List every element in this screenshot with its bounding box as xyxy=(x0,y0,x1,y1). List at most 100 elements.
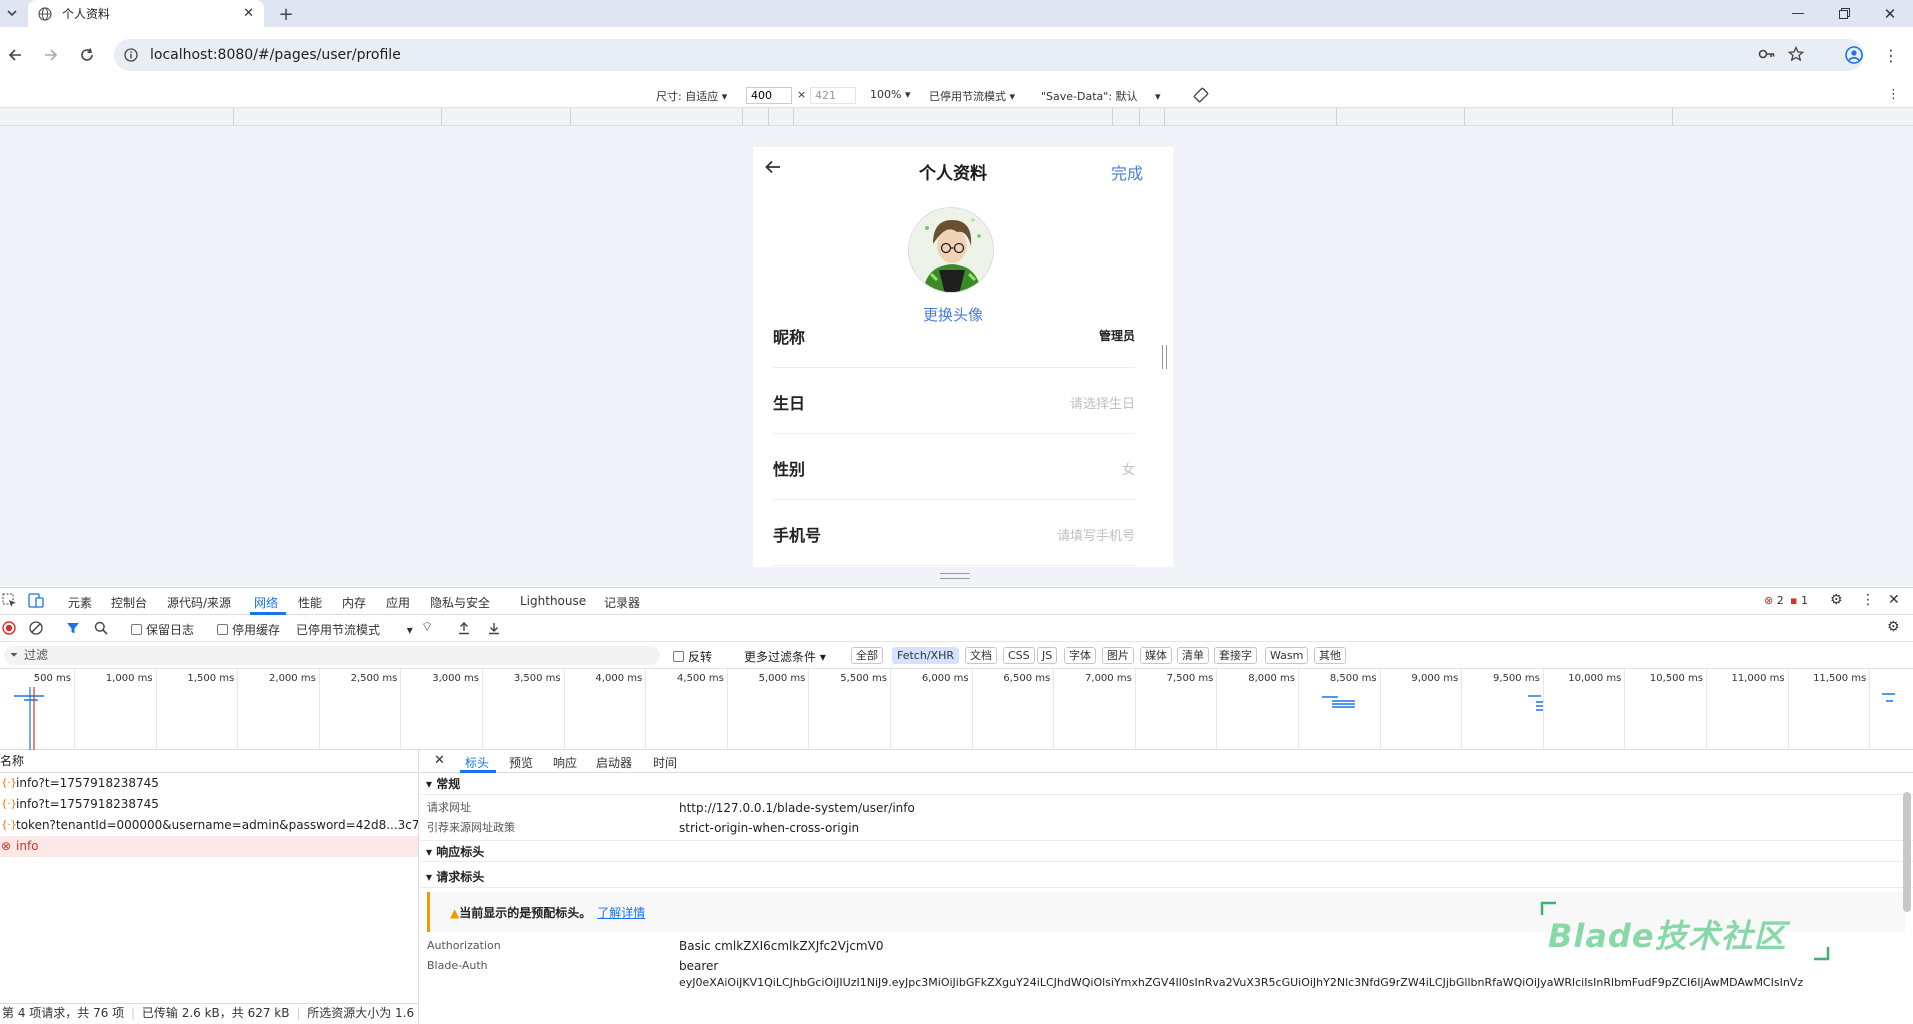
detail-tabbar: ✕ 标头 预览 响应 启动器 时间 xyxy=(420,750,1913,773)
save-data-dropdown[interactable]: "Save-Data": 默认 ▾ xyxy=(1041,88,1161,104)
name-column-header[interactable]: 名称 xyxy=(0,750,418,773)
learn-more-link[interactable]: 了解详情 xyxy=(597,906,645,920)
warning-count-badge[interactable]: ▪ 1 xyxy=(1790,594,1808,607)
chip-media[interactable]: 媒体 xyxy=(1140,647,1172,664)
record-icon[interactable] xyxy=(2,621,16,635)
clear-icon[interactable] xyxy=(29,621,43,635)
throttle-dropdown[interactable]: 已停用节流模式 ▾ xyxy=(929,88,1015,104)
request-row[interactable]: {·} token?tenantId=000000&username=admin&… xyxy=(0,815,418,836)
settings-gear-icon[interactable]: ⚙ xyxy=(1830,592,1843,608)
network-conditions-icon[interactable]: ⌔ xyxy=(421,619,433,635)
address-bar[interactable]: localhost:8080/#/pages/user/profile xyxy=(114,39,1864,71)
header-value: Basic cmlkZXI6cmlkZXJfc2VjcmV0 xyxy=(679,939,884,953)
invert-checkbox[interactable]: 反转 xyxy=(673,648,712,665)
done-button[interactable]: 完成 xyxy=(1111,160,1143,184)
close-devtools-icon[interactable]: ✕ xyxy=(1888,592,1900,608)
close-window-button[interactable]: ✕ xyxy=(1867,0,1913,27)
chip-doc[interactable]: 文档 xyxy=(965,647,997,664)
import-har-icon[interactable] xyxy=(457,621,471,635)
forward-button[interactable] xyxy=(40,44,62,66)
response-headers-section[interactable]: ▾ 响应标头 xyxy=(420,840,1913,862)
chip-other[interactable]: 其他 xyxy=(1314,647,1346,664)
viewport-height-input[interactable] xyxy=(810,87,856,104)
browser-tab-active[interactable]: 个人资料 ✕ xyxy=(28,0,264,27)
device-toggle-icon[interactable] xyxy=(28,593,44,608)
tab-recorder[interactable]: 记录器 xyxy=(604,594,640,611)
filter-input[interactable]: ⏷ 过滤 xyxy=(4,646,660,665)
chip-manifest[interactable]: 清单 xyxy=(1177,647,1209,664)
tab-sources[interactable]: 源代码/来源 xyxy=(167,594,231,611)
rotate-icon[interactable] xyxy=(1193,87,1209,103)
error-count-badge[interactable]: ⊗ 2 xyxy=(1764,594,1784,607)
reload-button[interactable] xyxy=(76,44,98,66)
tab-lighthouse[interactable]: Lighthouse xyxy=(520,594,586,608)
avatar[interactable] xyxy=(908,207,994,293)
close-tab-icon[interactable]: ✕ xyxy=(243,6,254,21)
new-tab-button[interactable]: + xyxy=(276,4,296,25)
general-section-header[interactable]: ▾ 常规 xyxy=(420,773,1913,795)
timeline-gridline xyxy=(971,669,973,750)
devtools-more-icon[interactable]: ⋮ xyxy=(1861,592,1875,608)
tab-timing[interactable]: 时间 xyxy=(653,754,677,771)
chip-css[interactable]: CSS xyxy=(1003,647,1035,664)
password-key-icon[interactable] xyxy=(1758,47,1776,61)
site-info-icon[interactable] xyxy=(124,48,138,62)
chip-fetch-xhr[interactable]: Fetch/XHR xyxy=(892,647,959,664)
tab-memory[interactable]: 内存 xyxy=(342,594,366,611)
request-row[interactable]: {·} info?t=1757918238745 xyxy=(0,794,418,815)
dimensions-dropdown[interactable]: 尺寸: 自适应 ▾ xyxy=(656,88,727,104)
chip-font[interactable]: 字体 xyxy=(1064,647,1096,664)
viewport-resize-handle[interactable] xyxy=(940,573,970,579)
browser-menu-icon[interactable]: ⋮ xyxy=(1880,44,1902,66)
inspect-element-icon[interactable] xyxy=(2,593,17,608)
request-headers-section[interactable]: ▾ 请求标头 xyxy=(420,866,1913,888)
detail-scrollbar[interactable] xyxy=(1903,792,1911,912)
dimension-separator: × xyxy=(797,88,807,101)
field-gender[interactable]: 性别 女 xyxy=(773,434,1135,500)
field-nickname[interactable]: 昵称 管理员 xyxy=(773,302,1135,368)
network-throttle-dropdown[interactable]: 已停用节流模式 ▾ xyxy=(296,621,413,638)
tab-response[interactable]: 响应 xyxy=(553,754,577,771)
chip-js[interactable]: JS xyxy=(1037,647,1058,664)
chip-img[interactable]: 图片 xyxy=(1102,647,1134,664)
page-scrollbar[interactable] xyxy=(1162,345,1167,369)
tab-application[interactable]: 应用 xyxy=(386,594,410,611)
profile-icon[interactable] xyxy=(1843,44,1865,66)
minimize-button[interactable]: — xyxy=(1775,0,1821,27)
more-filters-dropdown[interactable]: 更多过滤条件 ▾ xyxy=(744,648,826,665)
tab-preview[interactable]: 预览 xyxy=(509,754,533,771)
warning-count: 1 xyxy=(1800,594,1808,607)
preserve-log-checkbox[interactable]: 保留日志 xyxy=(131,621,194,638)
tab-search-icon[interactable] xyxy=(4,5,20,21)
chip-all[interactable]: 全部 xyxy=(851,647,883,664)
filter-placeholder: 过滤 xyxy=(24,648,49,662)
chip-wasm[interactable]: Wasm xyxy=(1265,647,1309,664)
tab-initiator[interactable]: 启动器 xyxy=(596,754,632,771)
back-button[interactable] xyxy=(4,44,26,66)
filter-funnel-icon[interactable] xyxy=(66,621,80,635)
viewport-width-input[interactable] xyxy=(746,87,792,104)
field-birthday[interactable]: 生日 请选择生日 xyxy=(773,368,1135,434)
maximize-button[interactable] xyxy=(1821,0,1867,27)
tab-headers[interactable]: 标头 xyxy=(465,754,489,771)
bookmark-star-icon[interactable] xyxy=(1788,46,1804,62)
general-row: 请求网址 http://127.0.0.1/blade-system/user/i… xyxy=(420,798,1913,818)
error-count: 2 xyxy=(1776,594,1784,607)
tab-network[interactable]: 网络 xyxy=(254,594,278,611)
search-icon[interactable] xyxy=(94,621,108,635)
tab-console[interactable]: 控制台 xyxy=(111,594,147,611)
field-phone[interactable]: 手机号 请填写手机号 xyxy=(773,500,1135,566)
request-row[interactable]: {·} info?t=1757918238745 xyxy=(0,773,418,794)
close-detail-icon[interactable]: ✕ xyxy=(434,753,445,768)
disable-cache-checkbox[interactable]: 停用缓存 xyxy=(217,621,280,638)
zoom-dropdown[interactable]: 100% ▾ xyxy=(870,88,910,101)
network-settings-icon[interactable]: ⚙ xyxy=(1887,619,1900,635)
chip-socket[interactable]: 套接字 xyxy=(1214,647,1257,664)
tab-privacy-security[interactable]: 隐私与安全 xyxy=(430,594,490,611)
tab-elements[interactable]: 元素 xyxy=(68,594,92,611)
export-har-icon[interactable] xyxy=(487,621,501,635)
device-more-icon[interactable]: ⋮ xyxy=(1887,87,1900,102)
request-row-selected[interactable]: ⊗ info xyxy=(0,836,418,857)
tab-performance[interactable]: 性能 xyxy=(298,594,322,611)
network-overview-timeline[interactable]: 500 ms 1,000 ms 1,500 ms 2,000 ms 2,500 ms 3,… xyxy=(0,669,1913,750)
